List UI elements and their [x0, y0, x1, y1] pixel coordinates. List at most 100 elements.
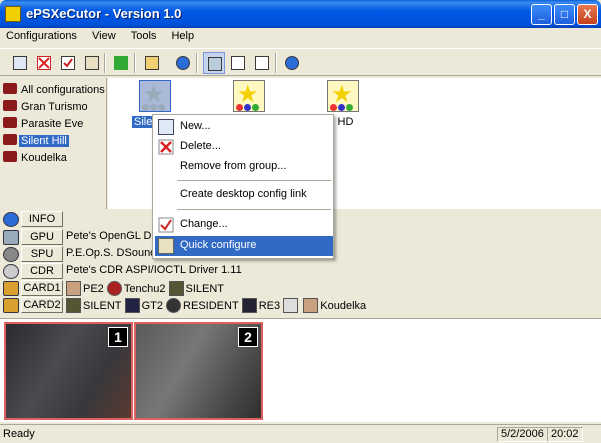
cdr-button[interactable]: CDR	[21, 263, 63, 279]
maximize-button[interactable]: □	[554, 4, 575, 25]
status-bar: Ready 5/2/2006 20:02	[0, 424, 601, 443]
menu-tools[interactable]: Tools	[125, 28, 163, 42]
save-thumbnail	[66, 298, 81, 313]
open-folder-icon	[145, 56, 159, 70]
quick-configure-icon	[85, 56, 99, 70]
new-config-icon	[13, 56, 27, 70]
gpu-icon	[3, 230, 19, 245]
menu-item-new[interactable]: New...	[155, 117, 333, 137]
playstation-icon	[3, 83, 17, 94]
save-thumbnail	[66, 281, 81, 296]
tree-item-gran-turismo[interactable]: Gran Turismo	[3, 100, 90, 116]
config-label[interactable]: l HD	[332, 116, 353, 128]
menu-help[interactable]: Help	[165, 28, 200, 42]
tree-item-silent-hill[interactable]: Silent Hill	[3, 134, 69, 150]
cdr-row: CDR Pete's CDR ASPI/IOCTL Driver 1.11	[0, 263, 601, 280]
menu-item-remove-from-group[interactable]: Remove from group...	[155, 157, 333, 177]
quick-configure-button[interactable]	[81, 52, 103, 74]
menu-view[interactable]: View	[86, 28, 122, 42]
cd-icon	[3, 264, 19, 279]
card1-button[interactable]: CARD1	[21, 280, 63, 296]
menu-item-change[interactable]: Change...	[155, 215, 333, 235]
config-star-icon[interactable]: ★	[327, 80, 359, 112]
save-thumbnail	[241, 298, 257, 313]
toolbar-separator	[196, 53, 198, 73]
toolbar-separator	[134, 53, 136, 73]
config-star-icon[interactable]: ★	[233, 80, 265, 112]
save-thumbnail	[106, 281, 122, 296]
tree-item-koudelka[interactable]: Koudelka	[3, 151, 69, 167]
close-button[interactable]: X	[577, 4, 598, 25]
save-thumbnail	[303, 298, 319, 313]
toolbar-separator	[104, 53, 106, 73]
screenshot-number: 1	[108, 327, 128, 347]
group-tree: All configurations Gran Turismo Parasite…	[0, 78, 107, 209]
list-view-icon	[255, 56, 269, 70]
gpu-button[interactable]: GPU	[21, 229, 63, 245]
status-time: 20:02	[547, 427, 583, 442]
help-button[interactable]	[281, 52, 303, 74]
menu-separator	[177, 180, 331, 181]
large-icons-view-button[interactable]	[203, 52, 225, 74]
playstation-icon	[3, 117, 17, 128]
spu-plugin-name: P.E.Op.S. DSound	[66, 247, 157, 259]
large-icons-view-icon	[208, 57, 222, 71]
run-icon	[114, 56, 128, 70]
delete-icon	[158, 139, 174, 155]
menu-bar: Configurations View Tools Help	[0, 28, 601, 46]
details-view-icon	[231, 56, 245, 70]
delete-config-button[interactable]	[33, 52, 55, 74]
gpu-plugin-name: Pete's OpenGL Dr	[66, 230, 156, 242]
memory-card-icon	[3, 298, 19, 313]
toolbar-separator	[275, 53, 277, 73]
check-icon	[158, 217, 174, 233]
check-icon	[61, 56, 75, 70]
list-view-button[interactable]	[251, 52, 273, 74]
menu-item-create-desktop-link[interactable]: Create desktop config link	[155, 185, 333, 205]
app-icon	[5, 6, 21, 22]
window-title: ePSXeCutor - Version 1.0	[26, 6, 182, 21]
info-button[interactable]	[172, 52, 194, 74]
memory-card-icon	[3, 281, 19, 296]
minimize-button[interactable]: _	[531, 4, 552, 25]
run-button[interactable]	[110, 52, 132, 74]
app-window: ePSXeCutor - Version 1.0 _ □ X Configura…	[0, 0, 601, 443]
save-thumbnail	[168, 281, 184, 296]
context-menu: New... Delete... Remove from group... Cr…	[152, 114, 334, 259]
save-thumbnail	[124, 298, 140, 313]
spu-button[interactable]: SPU	[21, 246, 63, 262]
info-icon	[176, 56, 190, 70]
tree-item-all-configurations[interactable]: All configurations	[3, 83, 107, 99]
screenshot-thumbnail[interactable]: 1	[4, 322, 133, 420]
menu-item-quick-configure[interactable]: Quick configure	[155, 236, 333, 256]
card2-saves: SILENT GT2 RESIDENT RE3 Koudelka	[66, 298, 366, 313]
status-text: Ready	[3, 428, 35, 440]
status-date: 5/2/2006	[497, 427, 548, 442]
save-thumbnail	[283, 298, 299, 313]
card1-row: CARD1 PE2 Tenchu2 SILENT	[0, 280, 601, 297]
delete-config-icon	[37, 56, 51, 70]
details-view-button[interactable]	[227, 52, 249, 74]
card2-button[interactable]: CARD2	[21, 297, 63, 313]
playstation-icon	[3, 100, 17, 111]
help-icon	[285, 56, 299, 70]
tree-item-parasite-eve[interactable]: Parasite Eve	[3, 117, 85, 133]
screenshot-thumbnail[interactable]: 2	[134, 322, 263, 420]
magnifier-icon	[158, 238, 174, 254]
open-folder-button[interactable]	[141, 52, 163, 74]
menu-configurations[interactable]: Configurations	[0, 28, 83, 42]
save-thumbnail	[166, 298, 182, 313]
info-button[interactable]: INFO	[21, 211, 63, 227]
toolbar	[0, 48, 601, 76]
new-config-button[interactable]	[9, 52, 31, 74]
title-bar[interactable]: ePSXeCutor - Version 1.0 _ □ X	[0, 0, 601, 28]
cdr-plugin-name: Pete's CDR ASPI/IOCTL Driver 1.11	[66, 264, 242, 276]
card1-saves: PE2 Tenchu2 SILENT	[66, 281, 224, 296]
info-icon	[3, 212, 19, 227]
menu-item-delete[interactable]: Delete...	[155, 137, 333, 157]
check-button[interactable]	[57, 52, 79, 74]
screenshot-number: 2	[238, 327, 258, 347]
config-star-icon[interactable]: ★	[139, 80, 171, 112]
playstation-icon	[3, 151, 17, 162]
card2-row: CARD2 SILENT GT2 RESIDENT RE3 Koudelka	[0, 297, 601, 314]
